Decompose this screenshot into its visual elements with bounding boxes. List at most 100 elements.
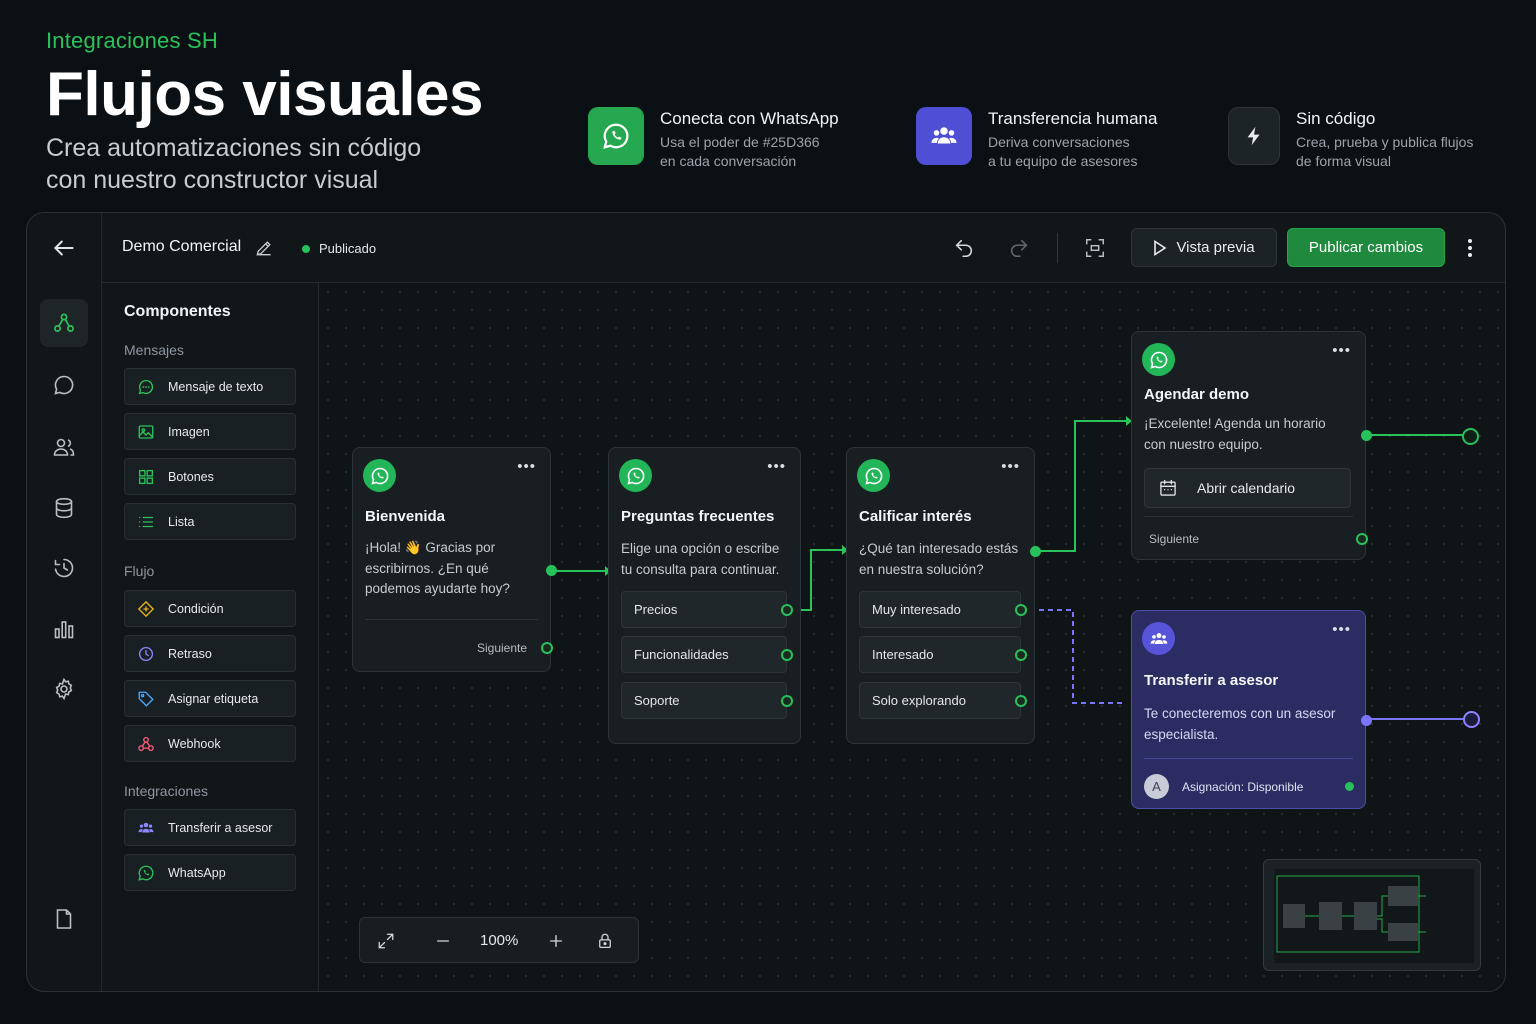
output-port[interactable]	[1015, 604, 1027, 616]
option-soporte[interactable]: Soporte	[621, 682, 787, 719]
hero: Integraciones SH Flujos visuales Crea au…	[46, 28, 484, 196]
option-muy-interesado[interactable]: Muy interesado	[859, 591, 1021, 628]
document-icon[interactable]	[40, 895, 88, 943]
feature-desc-line: a tu equipo de asesores	[988, 153, 1138, 169]
contacts-icon[interactable]	[40, 423, 88, 471]
clock-icon	[137, 645, 155, 663]
history-icon[interactable]	[40, 544, 88, 592]
output-port[interactable]	[1361, 430, 1372, 441]
preview-button[interactable]: Vista previa	[1131, 228, 1277, 267]
node-body-line: en nuestra solución?	[859, 561, 984, 577]
option-solo-explorando[interactable]: Solo explorando	[859, 682, 1021, 719]
hero-title: Flujos visuales	[46, 60, 484, 129]
whatsapp-icon	[137, 864, 155, 882]
output-port[interactable]	[1361, 715, 1372, 726]
node-transferir-asesor[interactable]: ••• Transferir a asesor Te conecteremos …	[1131, 610, 1372, 809]
node-menu-icon[interactable]: •••	[1332, 621, 1351, 638]
flow-canvas[interactable]: ••• Bienvenida ¡Hola! 👋 Gracias por escr…	[319, 283, 1505, 991]
redo-icon[interactable]	[1006, 235, 1032, 261]
output-port[interactable]	[1015, 649, 1027, 661]
zoom-level: 100%	[480, 932, 519, 949]
component-label: Retraso	[168, 646, 212, 661]
node-preguntas-frecuentes[interactable]: ••• Preguntas frecuentes Elige una opció…	[608, 447, 801, 744]
node-menu-icon[interactable]: •••	[1001, 458, 1020, 475]
feature-human-transfer: Transferencia humana Deriva conversacion…	[916, 107, 1157, 171]
more-vertical-icon[interactable]	[1460, 235, 1480, 261]
node-body-line: Elige una opción o escribe	[621, 541, 780, 556]
output-port[interactable]	[1356, 533, 1368, 545]
component-delay[interactable]: Retraso	[124, 635, 296, 672]
output-port[interactable]	[781, 604, 793, 616]
back-arrow-icon[interactable]	[49, 235, 79, 266]
component-label: Botones	[168, 469, 214, 484]
option-funcionalidades[interactable]: Funcionalidades	[621, 636, 787, 673]
components-panel: Componentes Mensajes Mensaje de texto Im…	[102, 283, 319, 991]
analytics-icon[interactable]	[40, 605, 88, 653]
node-agendar-demo[interactable]: ••• Agendar demo ¡Excelente! Agenda un h…	[1131, 331, 1372, 560]
option-interesado[interactable]: Interesado	[859, 636, 1021, 673]
node-body: ¡Hola! 👋 Gracias por escribirnos. ¿En qu…	[365, 538, 510, 600]
node-body: Te conecteremos con un asesor especialis…	[1144, 704, 1335, 745]
output-port[interactable]	[781, 695, 793, 707]
output-port[interactable]	[1030, 546, 1041, 557]
component-buttons[interactable]: Botones	[124, 458, 296, 495]
open-calendar-button[interactable]: Abrir calendario	[1144, 468, 1351, 508]
feature-desc-line: de forma visual	[1296, 153, 1391, 169]
component-whatsapp[interactable]: WhatsApp	[124, 854, 296, 891]
component-label: WhatsApp	[168, 865, 226, 880]
component-text-message[interactable]: Mensaje de texto	[124, 368, 296, 405]
play-icon	[1154, 239, 1167, 256]
lock-icon[interactable]	[595, 931, 615, 951]
component-label: Imagen	[168, 424, 210, 439]
undo-icon[interactable]	[951, 235, 977, 261]
node-menu-icon[interactable]: •••	[517, 458, 536, 475]
users-icon	[916, 107, 972, 165]
component-image[interactable]: Imagen	[124, 413, 296, 450]
flow-tool-icon[interactable]	[40, 299, 88, 347]
node-menu-icon[interactable]: •••	[767, 458, 786, 475]
endpoint-port[interactable]	[1463, 711, 1480, 728]
status-badge: Publicado	[302, 241, 376, 256]
database-icon[interactable]	[40, 484, 88, 532]
assignment-label: Asignación: Disponible	[1182, 780, 1304, 794]
node-menu-icon[interactable]: •••	[1332, 342, 1351, 359]
publish-button[interactable]: Publicar cambios	[1287, 228, 1445, 267]
endpoint-port[interactable]	[1462, 428, 1479, 445]
output-port[interactable]	[541, 642, 553, 654]
node-bienvenida[interactable]: ••• Bienvenida ¡Hola! 👋 Gracias por escr…	[352, 447, 557, 672]
feature-desc: Deriva conversaciones a tu equipo de ase…	[988, 133, 1157, 171]
feature-desc-line: Usa el poder de #25D366	[660, 134, 820, 150]
chat-icon[interactable]	[40, 361, 88, 409]
icon-rail	[27, 213, 102, 991]
minimap[interactable]	[1263, 859, 1481, 971]
app-window: Demo Comercial Publicado Vista previa Pu…	[26, 212, 1506, 992]
component-label: Webhook	[168, 736, 221, 751]
zoom-in-icon[interactable]	[546, 931, 566, 951]
settings-gear-icon[interactable]	[40, 665, 88, 713]
fit-screen-icon[interactable]	[1082, 235, 1108, 261]
feature-whatsapp: Conecta con WhatsApp Usa el poder de #25…	[588, 107, 839, 171]
feature-desc: Usa el poder de #25D366 en cada conversa…	[660, 133, 839, 171]
expand-icon[interactable]	[376, 931, 396, 951]
output-port[interactable]	[781, 649, 793, 661]
edit-pencil-icon[interactable]	[254, 238, 274, 263]
node-calificar-interes[interactable]: ••• Calificar interés ¿Qué tan interesad…	[846, 447, 1041, 744]
flow-name: Demo Comercial	[122, 238, 242, 255]
calendar-icon	[1160, 479, 1176, 496]
feature-title: Conecta con WhatsApp	[660, 109, 839, 128]
zoom-out-icon[interactable]	[433, 931, 453, 951]
node-body: ¿Qué tan interesado estás en nuestra sol…	[859, 539, 1018, 580]
topbar: Demo Comercial Publicado Vista previa Pu…	[102, 213, 1505, 283]
node-title: Preguntas frecuentes	[621, 508, 775, 525]
option-precios[interactable]: Precios	[621, 591, 787, 628]
component-condition[interactable]: Condición	[124, 590, 296, 627]
status-label: Publicado	[319, 241, 377, 256]
bolt-icon	[1228, 107, 1280, 165]
component-tag[interactable]: Asignar etiqueta	[124, 680, 296, 717]
output-port[interactable]	[546, 565, 557, 576]
output-port[interactable]	[1015, 695, 1027, 707]
component-webhook[interactable]: Webhook	[124, 725, 296, 762]
component-transfer-agent[interactable]: Transferir a asesor	[124, 809, 296, 846]
component-list[interactable]: Lista	[124, 503, 296, 540]
component-label: Condición	[168, 601, 224, 616]
